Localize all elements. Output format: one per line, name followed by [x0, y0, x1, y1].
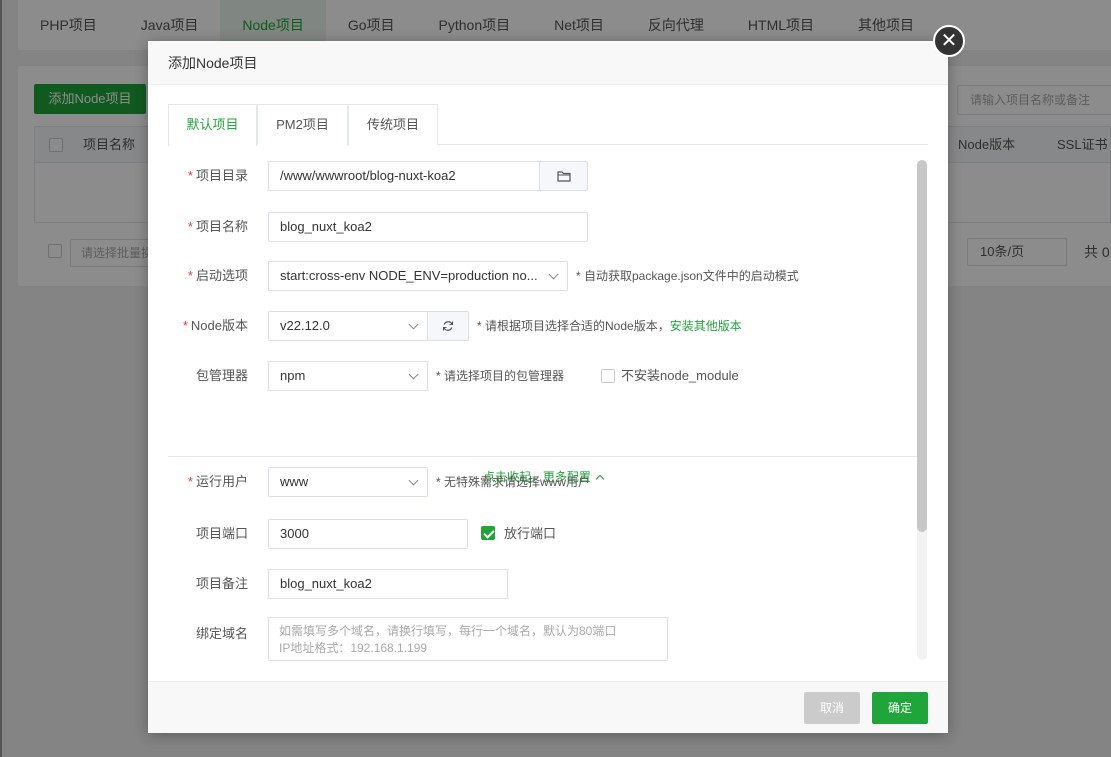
run-user-select[interactable]: www — [268, 467, 428, 497]
open-port-checkbox[interactable] — [481, 526, 495, 540]
label-port: 项目端口 — [195, 526, 248, 541]
port-input[interactable]: 3000 — [268, 519, 468, 549]
label-run-user: * 运行用户 — [187, 474, 248, 489]
project-mode-tabs: 默认项目 PM2项目 传统项目 — [168, 104, 928, 146]
scrollbar-thumb[interactable] — [917, 160, 927, 532]
row-domain: 绑定域名 如需填写多个域名，请换行填写，每行一个域名，默认为80端口 IP地址格… — [148, 617, 918, 661]
confirm-button[interactable]: 确定 — [872, 692, 928, 724]
label-remark: 项目备注 — [195, 576, 248, 591]
add-node-project-dialog: 添加Node项目 默认项目 PM2项目 传统项目 * 项目目录 /www/wwwr… — [148, 41, 948, 733]
tab-pm2-project[interactable]: PM2项目 — [257, 104, 348, 145]
domain-textarea[interactable]: 如需填写多个域名，请换行填写，每行一个域名，默认为80端口 IP地址格式：192… — [268, 617, 668, 661]
open-port-label: 放行端口 — [504, 526, 557, 541]
domain-placeholder-line1: 如需填写多个域名，请换行填写，每行一个域名，默认为80端口 — [279, 624, 617, 638]
run-user-hint: * 无特殊需求请选择www用户 — [436, 475, 591, 489]
chevron-down-icon — [408, 475, 419, 486]
tab-traditional-project[interactable]: 传统项目 — [348, 104, 438, 145]
tab-default-project[interactable]: 默认项目 — [168, 104, 257, 146]
remark-input[interactable]: blog_nuxt_koa2 — [268, 569, 508, 599]
row-remark: 项目备注 blog_nuxt_koa2 — [148, 569, 918, 599]
label-domain: 绑定域名 — [195, 626, 248, 641]
close-dialog-button[interactable]: ✕ — [933, 25, 965, 57]
row-port: 项目端口 3000 放行端口 — [148, 519, 918, 549]
left-edge — [0, 0, 2, 757]
dialog-title: 添加Node项目 — [148, 41, 948, 85]
row-run-user-main: * 运行用户 www * 无特殊需求请选择www用户 — [148, 467, 918, 497]
dialog-footer: 取消 确定 — [148, 681, 948, 733]
domain-placeholder-line2: IP地址格式：192.168.1.199 — [279, 641, 428, 655]
cancel-button[interactable]: 取消 — [804, 692, 860, 724]
form-area-advanced: * 运行用户 www * 无特殊需求请选择www用户 项目端口 3000 放行端口… — [148, 146, 948, 681]
form-scrollbar[interactable] — [917, 160, 927, 660]
run-user-value: www — [280, 474, 309, 489]
close-icon: ✕ — [940, 30, 958, 52]
